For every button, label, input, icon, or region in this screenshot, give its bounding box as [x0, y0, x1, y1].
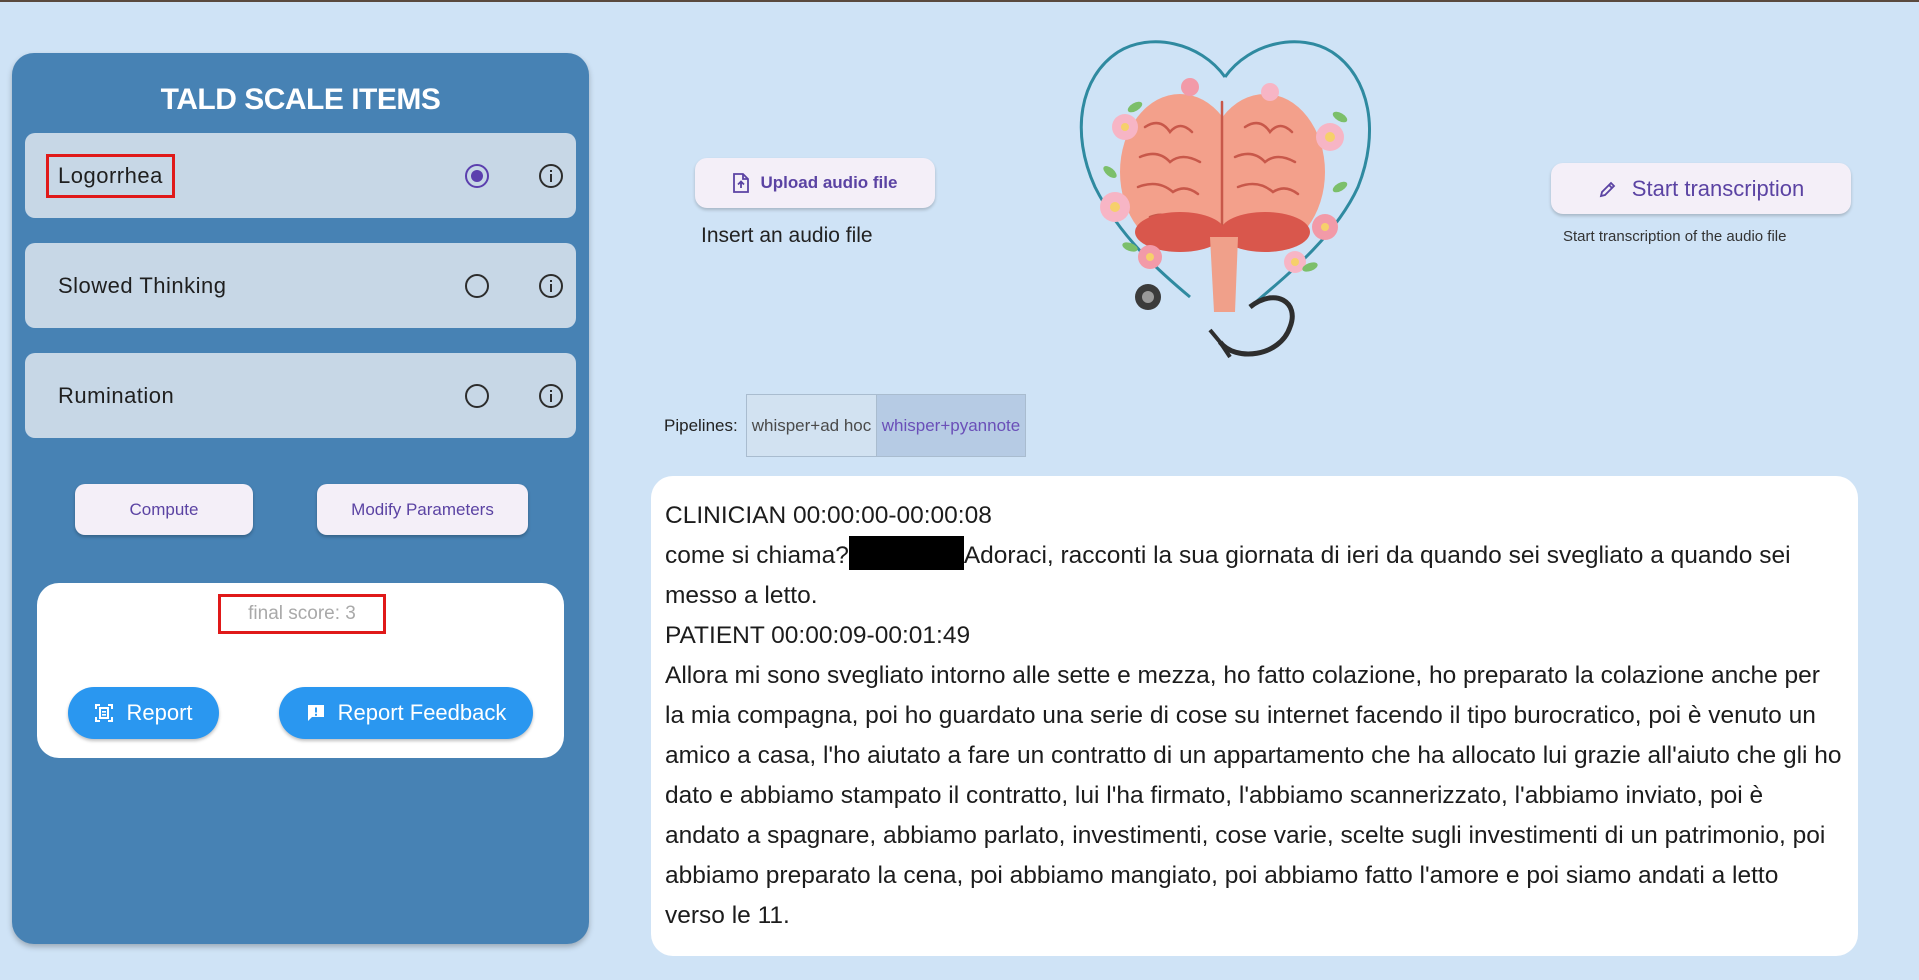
upload-file-icon: [732, 173, 749, 193]
report-icon: [95, 704, 114, 722]
panel-title: TALD SCALE ITEMS: [160, 83, 441, 116]
scale-item-label: Slowed Thinking: [58, 272, 227, 298]
radio-selected[interactable]: [465, 163, 489, 188]
clinician-header: CLINICIAN 00:00:00-00:00:08: [665, 502, 992, 529]
report-button[interactable]: Report: [68, 687, 219, 739]
pipelines-label: Pipelines:: [664, 416, 738, 435]
patient-utterance: Allora mi sono svegliato intorno alle se…: [665, 662, 1842, 929]
radio-unselected[interactable]: [465, 383, 489, 408]
upload-audio-button[interactable]: Upload audio file: [695, 158, 935, 208]
info-icon[interactable]: [538, 273, 564, 299]
start-transcription-button[interactable]: Start transcription: [1551, 163, 1851, 214]
tald-scale-panel: TALD SCALE ITEMS Logorrhea Slowed Thinki…: [12, 53, 589, 944]
clinician-utterance: come si chiama? Adoraci, racconti la sua …: [665, 536, 1844, 616]
score-card: final score: 3 Report Report Feedback: [37, 583, 564, 758]
redacted-name-block: [848, 536, 964, 570]
compute-button[interactable]: Compute: [75, 484, 253, 535]
info-icon[interactable]: [538, 163, 564, 189]
info-icon[interactable]: [538, 383, 564, 409]
pencil-icon: [1599, 181, 1616, 197]
start-transcription-caption: Start transcription of the audio file: [1563, 228, 1787, 245]
modify-parameters-button[interactable]: Modify Parameters: [317, 484, 528, 535]
start-transcription-label: Start transcription: [1631, 175, 1805, 201]
report-label: Report: [126, 700, 193, 725]
report-feedback-label: Report Feedback: [337, 700, 507, 725]
patient-header: PATIENT 00:00:09-00:01:49: [665, 622, 971, 649]
scale-item-slowed-thinking[interactable]: Slowed Thinking: [25, 243, 576, 328]
scale-item-label: Rumination: [58, 382, 175, 408]
upload-audio-label: Upload audio file: [760, 173, 898, 192]
pipeline-option-whisper-adhoc[interactable]: whisper+ad hoc: [746, 394, 876, 457]
report-feedback-button[interactable]: Report Feedback: [279, 687, 533, 739]
clinician-text-before: come si chiama?: [665, 542, 849, 569]
scale-item-rumination[interactable]: Rumination: [25, 353, 576, 438]
scale-item-logorrhea[interactable]: Logorrhea: [25, 133, 576, 218]
scale-item-label: Logorrhea: [46, 153, 175, 198]
transcript-box[interactable]: CLINICIAN 00:00:00-00:00:08 come si chia…: [651, 476, 1858, 956]
pipeline-option-whisper-pyannote[interactable]: whisper+pyannote: [876, 394, 1026, 457]
radio-unselected[interactable]: [465, 273, 489, 298]
feedback-icon: [307, 705, 324, 721]
final-score: final score: 3: [218, 594, 386, 634]
upload-caption: Insert an audio file: [701, 224, 873, 247]
brain-heart-stethoscope-logo: [1079, 40, 1371, 359]
